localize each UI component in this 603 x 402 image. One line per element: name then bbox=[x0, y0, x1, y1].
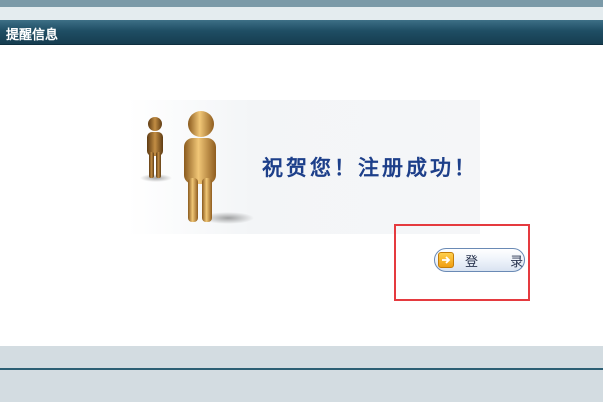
title-bar: 提醒信息 bbox=[0, 20, 603, 45]
top-gap bbox=[0, 7, 603, 20]
login-button[interactable]: 登 录 bbox=[434, 248, 525, 272]
success-banner: 祝贺您！注册成功！ bbox=[128, 100, 480, 234]
footer-bar bbox=[0, 346, 603, 368]
top-border bbox=[0, 0, 603, 7]
arrow-right-icon bbox=[438, 252, 454, 268]
title-bar-text: 提醒信息 bbox=[6, 28, 59, 43]
login-button-label: 登 录 bbox=[465, 255, 538, 270]
people-figures-icon bbox=[140, 111, 254, 224]
footer-area bbox=[0, 370, 603, 402]
success-message: 祝贺您！注册成功！ bbox=[262, 156, 478, 180]
